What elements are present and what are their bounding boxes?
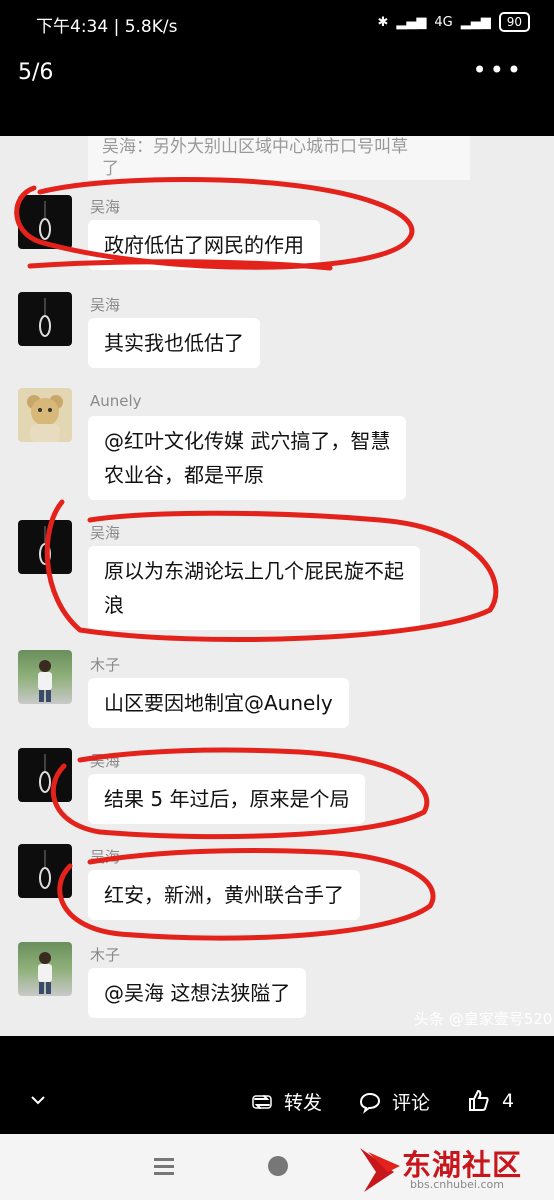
message-bubble: 红安，新洲，黄州联合手了	[88, 870, 360, 920]
image-counter: 5/6	[18, 60, 54, 85]
viewer-top-bar: 5/6 •••	[0, 50, 554, 100]
person-photo-icon	[38, 952, 52, 994]
avatar	[18, 520, 72, 574]
comment-button[interactable]: 评论	[358, 1088, 430, 1115]
chevron-down-icon	[31, 1096, 45, 1105]
like-count: 4	[502, 1090, 515, 1112]
avatar	[18, 292, 72, 346]
more-icon[interactable]: •••	[473, 56, 524, 84]
sender-name: Aunely	[90, 392, 142, 410]
avatar	[18, 388, 72, 442]
avatar	[18, 195, 72, 249]
sender-name: 吴海	[90, 752, 121, 770]
signal-icon: ▂▄▆	[396, 14, 427, 30]
avatar	[18, 650, 72, 704]
chat-screenshot: 吴海：另外大别山区域中心城市口号叫草 了 吴海 政府低估了网民的作用 吴海 其实…	[0, 136, 554, 1036]
watermark: 头条 @皇家壹号520	[414, 1010, 553, 1028]
message-bubble: @吴海 这想法狭隘了	[88, 968, 307, 1018]
status-time: 下午4:34 | 5.8K/s	[36, 17, 178, 37]
hamburger-icon	[154, 1158, 174, 1175]
like-button[interactable]: 4	[466, 1088, 514, 1114]
person-photo-icon	[38, 660, 52, 702]
battery-icon: 90	[498, 12, 530, 32]
sender-name: 吴海	[90, 198, 121, 216]
message-bubble: 政府低估了网民的作用	[88, 220, 320, 270]
message-bubble: 结果 5 年过后，原来是个局	[88, 774, 366, 824]
necklace-icon	[39, 298, 51, 337]
avatar	[18, 748, 72, 802]
message-bubble: 原以为东湖论坛上几个屁民旋不起 浪	[88, 546, 420, 630]
bottom-action-bar: 转发 评论 4	[0, 1078, 554, 1134]
message-bubble: @红叶文化传媒 武穴搞了，智慧 农业谷，都是平原	[88, 416, 407, 500]
sender-name: 吴海	[90, 848, 121, 866]
necklace-icon	[39, 526, 51, 565]
collapse-chevron-icon[interactable]	[28, 1090, 48, 1115]
menu-icon[interactable]	[152, 1154, 176, 1182]
bluetooth-icon: ✱	[377, 14, 389, 30]
necklace-icon	[39, 850, 51, 889]
network-type: 4G	[434, 14, 453, 30]
home-icon[interactable]	[266, 1154, 290, 1182]
sender-name: 木子	[90, 946, 121, 964]
repost-icon	[252, 1094, 272, 1109]
comment-label: 评论	[392, 1092, 431, 1114]
signal-icon-2: ▂▄▆	[460, 14, 491, 30]
status-icons: ✱ ▂▄▆ 4G ▂▄▆ 90	[377, 12, 530, 32]
thumbs-up-icon	[469, 1089, 489, 1111]
message-bubble: 山区要因地制宜@Aunely	[88, 678, 349, 728]
site-logo: 东湖社区 bbs.cnhubei.com	[354, 1142, 540, 1196]
sender-name: 吴海	[90, 524, 121, 542]
necklace-icon	[39, 754, 51, 793]
system-nav-bar: 东湖社区 bbs.cnhubei.com	[0, 1134, 554, 1200]
share-button[interactable]: 转发	[250, 1088, 322, 1115]
avatar	[18, 942, 72, 996]
sender-name: 吴海	[90, 296, 121, 314]
logo-mark-icon	[360, 1148, 400, 1192]
necklace-icon	[39, 201, 51, 240]
status-bar: 下午4:34 | 5.8K/s ✱ ▂▄▆ 4G ▂▄▆ 90	[0, 0, 554, 46]
sender-name: 木子	[90, 656, 121, 674]
logo-url: bbs.cnhubei.com	[410, 1178, 504, 1191]
message-bubble: 其实我也低估了	[88, 318, 260, 368]
previous-message: 吴海：另外大别山区域中心城市口号叫草 了	[88, 136, 470, 180]
comment-icon	[359, 1092, 381, 1114]
avatar	[18, 844, 72, 898]
teddy-bear-icon	[27, 395, 63, 442]
share-label: 转发	[284, 1092, 323, 1114]
home-circle-icon	[268, 1156, 288, 1176]
